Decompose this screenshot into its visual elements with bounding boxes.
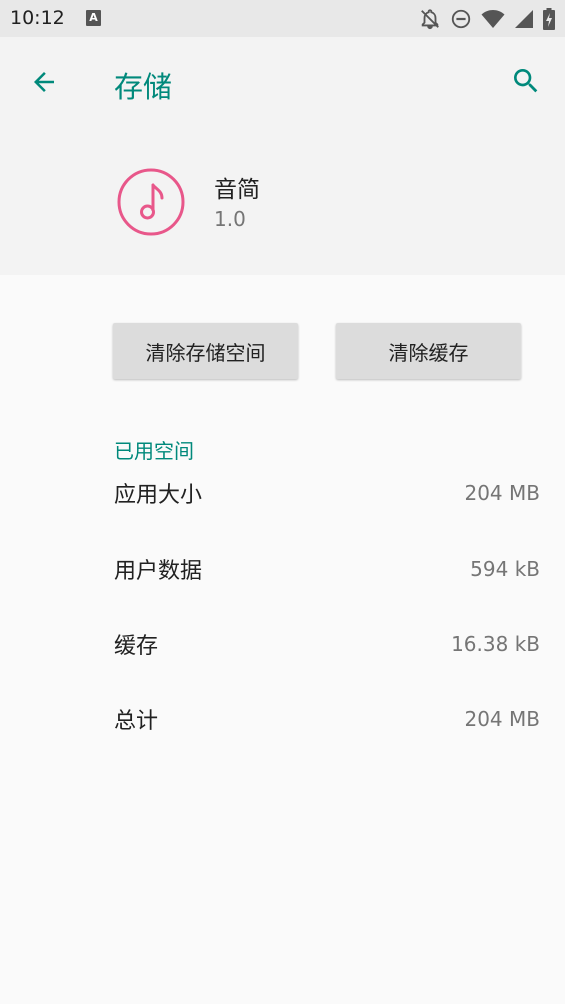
back-button[interactable]: [26, 64, 62, 100]
status-bar: 10:12 A: [0, 0, 565, 37]
clear-cache-button[interactable]: 清除缓存: [336, 323, 521, 379]
section-used-space: 已用空间: [114, 439, 194, 463]
app-notification-icon: A: [86, 10, 101, 26]
status-icons: [419, 8, 555, 30]
usage-row-value: 16.38 kB: [451, 632, 540, 656]
signal-icon: [515, 10, 533, 28]
battery-charging-icon: [543, 8, 555, 30]
usage-row-label: 应用大小: [114, 483, 203, 508]
do-not-disturb-icon: [451, 9, 471, 29]
music-note-icon: [117, 168, 185, 236]
app-version: 1.0: [214, 207, 246, 231]
clear-storage-button[interactable]: 清除存储空间: [113, 323, 298, 379]
usage-row-value: 594 kB: [470, 557, 540, 581]
usage-row-value: 204 MB: [464, 707, 540, 731]
app-name: 音简: [214, 177, 260, 203]
notifications-off-icon: [421, 9, 439, 30]
page-title: 存储: [114, 70, 173, 104]
status-time: 10:12: [10, 7, 65, 29]
wifi-icon: [481, 10, 505, 28]
header: 存储 音简 1.0: [0, 37, 565, 275]
usage-row-cache: 缓存 16.38 kB: [114, 624, 540, 664]
usage-row-label: 缓存: [114, 634, 159, 659]
usage-row-total: 总计 204 MB: [114, 699, 540, 739]
search-button[interactable]: [508, 63, 544, 99]
search-icon: [514, 69, 538, 93]
usage-row-label: 用户数据: [114, 559, 203, 584]
usage-row-label: 总计: [114, 709, 159, 734]
usage-row-value: 204 MB: [464, 481, 540, 505]
usage-row-user-data: 用户数据 594 kB: [114, 549, 540, 589]
usage-row-app-size: 应用大小 204 MB: [114, 473, 540, 513]
arrow-back-icon: [34, 72, 54, 92]
